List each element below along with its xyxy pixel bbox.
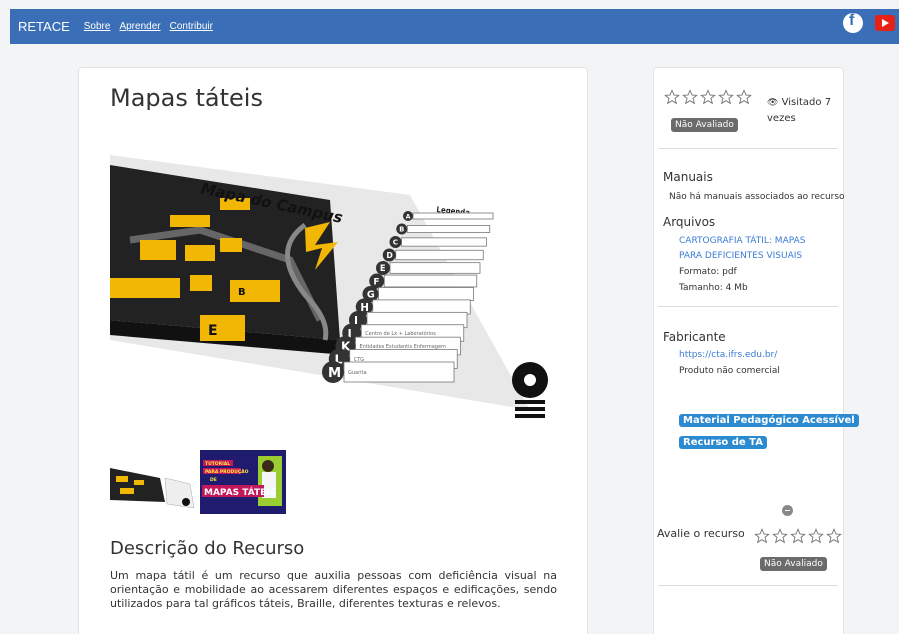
legend-row-label: Guarita	[348, 370, 367, 376]
social-links: f	[843, 12, 895, 33]
video-thumb-line1: TUTORIAL	[205, 461, 230, 467]
star-icon[interactable]	[826, 528, 842, 548]
nav-link-contribuir[interactable]: Contribuir	[170, 21, 213, 32]
legend-row	[412, 212, 494, 220]
star-icon	[718, 89, 734, 109]
rating-status-badge: Não Avaliado	[671, 118, 738, 132]
star-icon	[682, 89, 698, 109]
sidebar-divider	[658, 306, 838, 307]
youtube-icon[interactable]	[875, 15, 895, 31]
legend-row	[395, 249, 484, 261]
legend-row-label: Entidades Estudantis Enfermagem	[360, 344, 447, 350]
video-thumb-line3: DE	[210, 477, 217, 483]
arquivo-formato: Formato: pdf	[679, 267, 737, 277]
nav-link-aprender[interactable]: Aprender	[119, 21, 160, 32]
sidebar-divider	[658, 585, 838, 586]
star-icon[interactable]	[772, 528, 788, 548]
legend-letter: D	[386, 251, 393, 260]
fabricante-heading: Fabricante	[663, 330, 726, 344]
manuais-text: Não há manuais associados ao recurso	[669, 192, 845, 202]
remove-rating-icon[interactable]	[782, 505, 793, 516]
video-thumb-line4: MAPAS TÁTEIS	[204, 486, 276, 498]
legend-letter: A	[406, 213, 411, 220]
legend-row	[378, 287, 474, 301]
tag-material-pedagogico[interactable]: Material Pedagógico Acessível	[679, 414, 859, 427]
legend-letter: C	[393, 238, 398, 247]
legend-letter: M	[328, 366, 341, 381]
legend-letter: G	[367, 290, 375, 301]
manuais-heading: Manuais	[663, 170, 713, 184]
fabricante-link[interactable]: https://cta.ifrs.edu.br/	[679, 348, 777, 363]
page-title: Mapas táteis	[110, 84, 263, 112]
legend-letter: F	[373, 277, 379, 287]
legend-row-label: Centro de Lx + Laboratórios	[365, 330, 436, 337]
sidebar-divider	[658, 148, 838, 149]
star-icon	[664, 89, 680, 109]
star-icon[interactable]	[790, 528, 806, 548]
nav-links: Sobre Aprender Contribuir	[84, 21, 213, 32]
rating-stars-input[interactable]	[754, 528, 842, 548]
facebook-icon[interactable]: f	[843, 12, 863, 33]
brand-logo[interactable]: RETACE	[18, 19, 70, 34]
visit-count: 👁 Visitado 7 vezes	[767, 95, 837, 126]
star-icon[interactable]	[808, 528, 824, 548]
legend-letter: B	[399, 225, 404, 233]
building-label-b: B	[238, 287, 246, 298]
legend-letter: E	[380, 263, 386, 273]
legend-row	[406, 225, 491, 233]
navbar: RETACE Sobre Aprender Contribuir f	[10, 9, 899, 44]
star-icon	[700, 89, 716, 109]
eye-icon: 👁	[767, 98, 779, 108]
legend-row	[389, 262, 481, 274]
produto-text: Produto não comercial	[679, 366, 780, 376]
thumbnail-video[interactable]: TUTORIAL PARA PRODUÇÃO DE MAPAS TÁTEIS	[200, 450, 286, 514]
thumbnail-photo[interactable]	[110, 450, 196, 512]
arquivo-tamanho: Tamanho: 4 Mb	[679, 283, 748, 293]
legend-row	[383, 274, 478, 288]
rating-status-badge-bottom: Não Avaliado	[760, 557, 827, 571]
legend-row	[401, 237, 487, 247]
rating-stars-display	[664, 89, 752, 109]
star-icon	[736, 89, 752, 109]
main-resource-image[interactable]: E B Mapa do Campus Legenda A B C D E F G H I J Cen…	[110, 110, 556, 447]
rate-resource-label: Avalie o recurso	[657, 527, 745, 540]
description-text: Um mapa tátil é um recurso que auxilia p…	[110, 569, 557, 610]
building-label-e: E	[208, 323, 218, 339]
star-icon[interactable]	[754, 528, 770, 548]
tag-recurso-ta[interactable]: Recurso de TA	[679, 436, 767, 449]
video-thumb-line2: PARA PRODUÇÃO	[205, 468, 249, 475]
description-heading: Descrição do Recurso	[110, 538, 305, 559]
cta-logo-icon	[512, 362, 548, 418]
arquivos-heading: Arquivos	[663, 215, 716, 229]
nav-link-sobre[interactable]: Sobre	[84, 21, 111, 32]
arquivo-link[interactable]: CARTOGRAFIA TÁTIL: MAPAS PARA DEFICIENTE…	[679, 234, 829, 264]
